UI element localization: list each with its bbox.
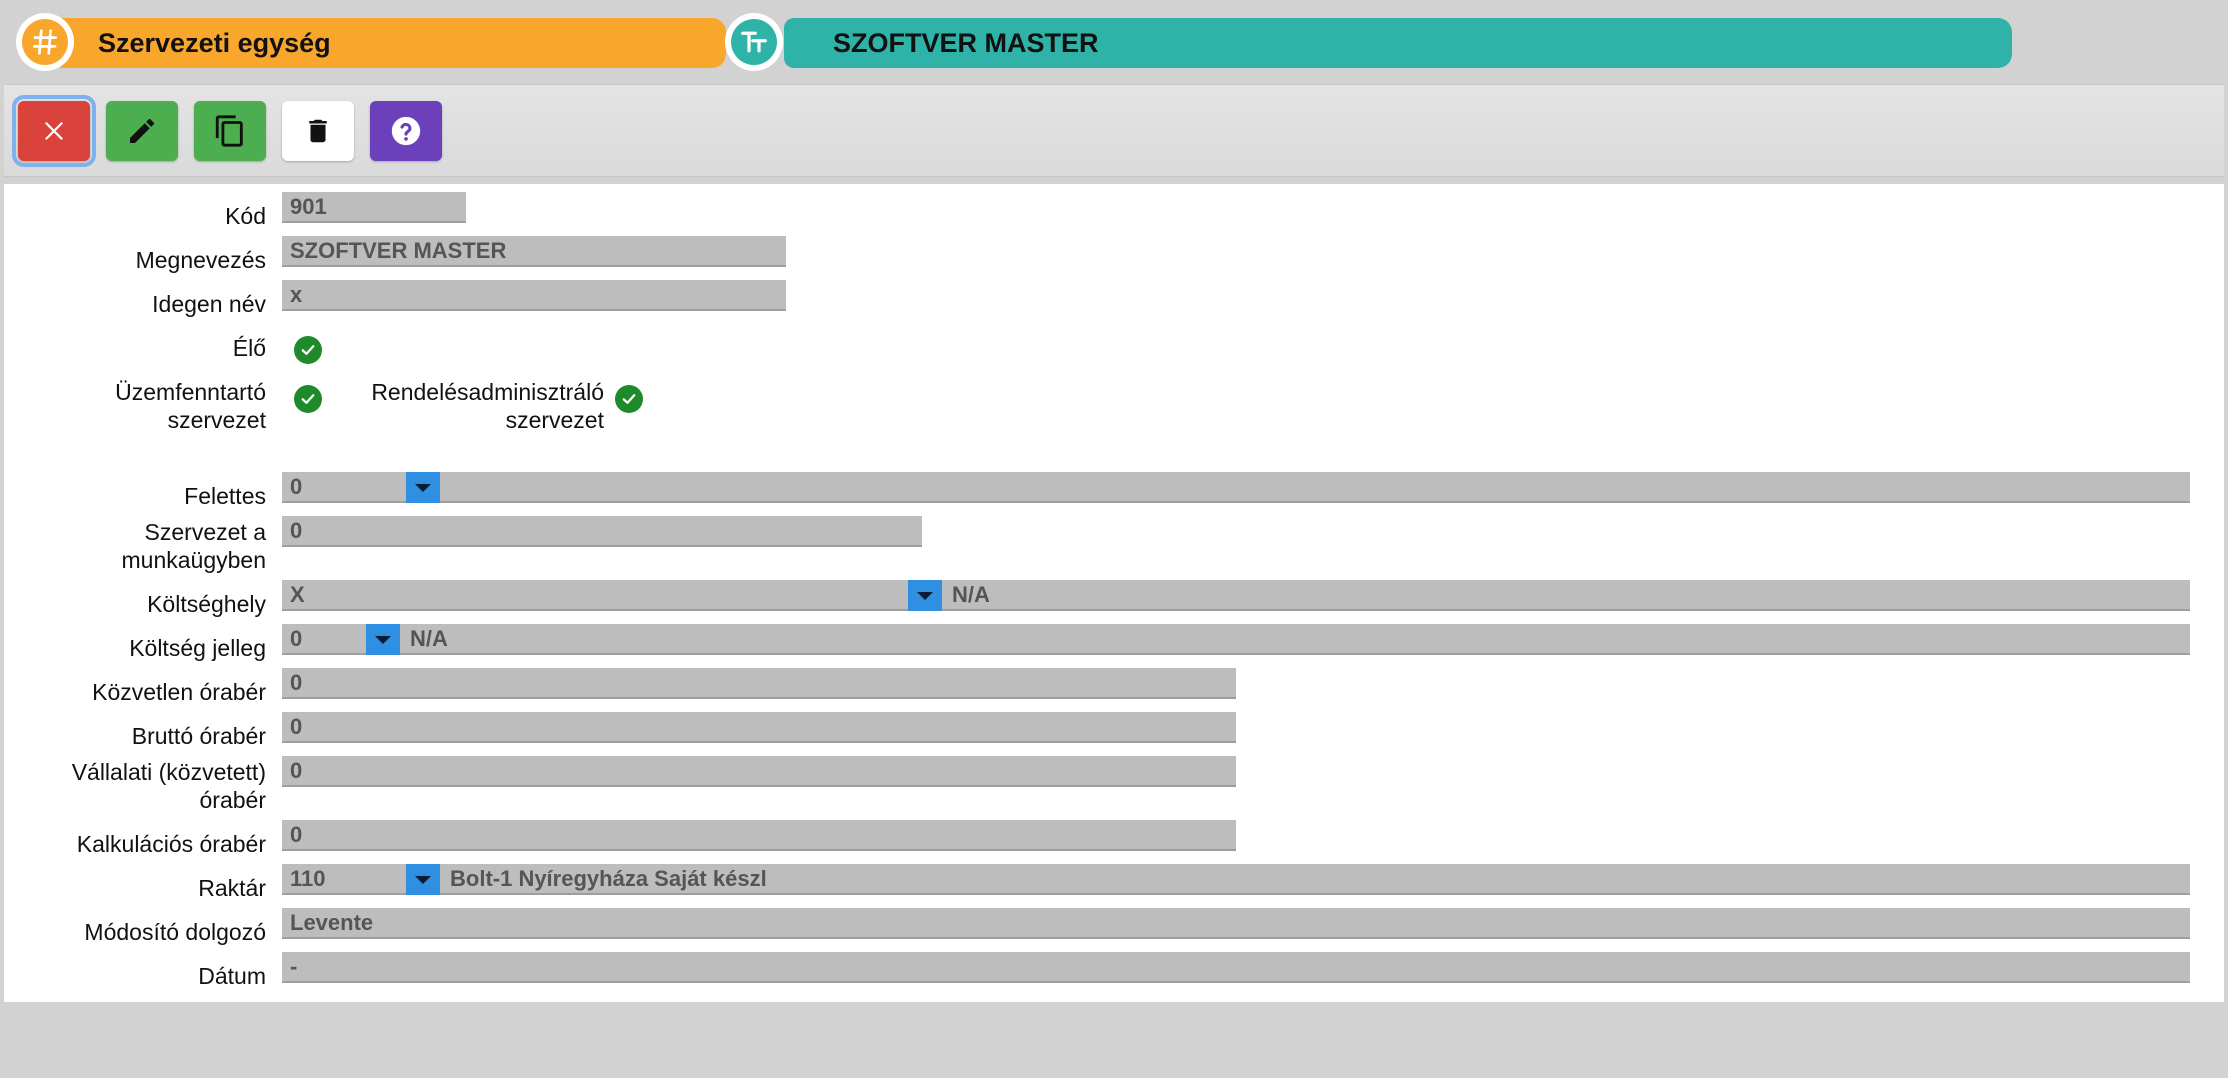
kod-field[interactable]: 901 — [282, 192, 466, 223]
brutto-field[interactable]: 0 — [282, 712, 1236, 743]
raktar-value: 110 — [290, 866, 326, 891]
close-icon — [45, 122, 63, 140]
koltseghely-description: N/A — [952, 582, 990, 607]
help-icon — [391, 116, 421, 146]
elo-label: Élő — [232, 335, 266, 361]
munkaugy-label: Szervezet a munkaügyben — [121, 519, 267, 573]
pencil-icon — [130, 118, 155, 143]
modosito-label: Módosító dolgozó — [84, 919, 266, 945]
vallalati-label: Vállalati (közvetett) órabér — [71, 759, 266, 813]
felettes-dropdown-button[interactable] — [406, 472, 440, 503]
koltseghely-value: X — [290, 582, 305, 607]
copy-icon — [215, 115, 243, 147]
kalkulacios-label: Kalkulációs órabér — [76, 831, 266, 857]
record-title-bar: SZOFTVER MASTER — [784, 18, 2012, 68]
munkaugy-field[interactable]: 0 — [282, 516, 922, 547]
chevron-down-icon — [917, 591, 933, 600]
megnevezes-label: Megnevezés — [135, 247, 266, 273]
hash-icon — [16, 13, 74, 71]
help-button[interactable] — [370, 101, 442, 161]
chevron-down-icon — [415, 875, 431, 884]
toolbar — [4, 84, 2224, 177]
raktar-field[interactable]: 110 Bolt-1 Nyíregyháza Saját készl — [282, 864, 2190, 895]
koltseg-jelleg-label: Költség jelleg — [129, 635, 266, 661]
vallalati-field[interactable]: 0 — [282, 756, 1236, 787]
form-panel: Kód 901 Megnevezés SZOFTVER MASTER Idege… — [4, 184, 2224, 1002]
raktar-label: Raktár — [198, 875, 266, 901]
koltseg-jelleg-description: N/A — [410, 626, 448, 651]
felettes-label: Felettes — [184, 483, 266, 509]
delete-button[interactable] — [282, 101, 354, 161]
edit-button[interactable] — [106, 101, 178, 161]
kozvetlen-label: Közvetlen órabér — [92, 679, 266, 705]
kalkulacios-field[interactable]: 0 — [282, 820, 1236, 851]
felettes-field[interactable]: 0 — [282, 472, 2190, 503]
koltseg-jelleg-field[interactable]: 0 N/A — [282, 624, 2190, 655]
kozvetlen-field[interactable]: 0 — [282, 668, 1236, 699]
brutto-label: Bruttó órabér — [131, 723, 266, 749]
koltseg-jelleg-dropdown-button[interactable] — [366, 624, 400, 655]
trash-icon — [309, 119, 327, 143]
chevron-down-icon — [375, 635, 391, 644]
chevron-down-icon — [415, 483, 431, 492]
uzemfenntarto-label: Üzemfenntartó szervezet — [115, 379, 266, 433]
text-type-icon — [725, 13, 783, 71]
idegen-nev-field[interactable]: x — [282, 280, 786, 311]
close-button[interactable] — [12, 95, 96, 167]
rendeles-label: Rendelésadminisztráló szervezet — [371, 379, 604, 433]
raktar-description: Bolt-1 Nyíregyháza Saját készl — [450, 866, 767, 891]
raktar-dropdown-button[interactable] — [406, 864, 440, 895]
datum-field[interactable]: - — [282, 952, 2190, 983]
uzemfenntarto-check-icon[interactable] — [294, 385, 322, 413]
copy-button[interactable] — [194, 101, 266, 161]
koltseghely-label: Költséghely — [147, 591, 266, 617]
koltseg-jelleg-value: 0 — [290, 626, 303, 651]
elo-check-icon[interactable] — [294, 336, 322, 364]
entity-type-label: Szervezeti egység — [98, 28, 331, 58]
datum-label: Dátum — [198, 963, 266, 989]
felettes-value: 0 — [290, 474, 303, 499]
record-title: SZOFTVER MASTER — [833, 28, 1099, 58]
koltseghely-field[interactable]: X N/A — [282, 580, 2190, 611]
idegen-nev-label: Idegen név — [152, 291, 266, 317]
modosito-field[interactable]: Levente — [282, 908, 2190, 939]
kod-label: Kód — [225, 203, 266, 229]
koltseghely-dropdown-button[interactable] — [908, 580, 942, 611]
entity-type-bar: Szervezeti egység — [60, 18, 726, 68]
megnevezes-field[interactable]: SZOFTVER MASTER — [282, 236, 786, 267]
rendeles-check-icon[interactable] — [615, 385, 643, 413]
